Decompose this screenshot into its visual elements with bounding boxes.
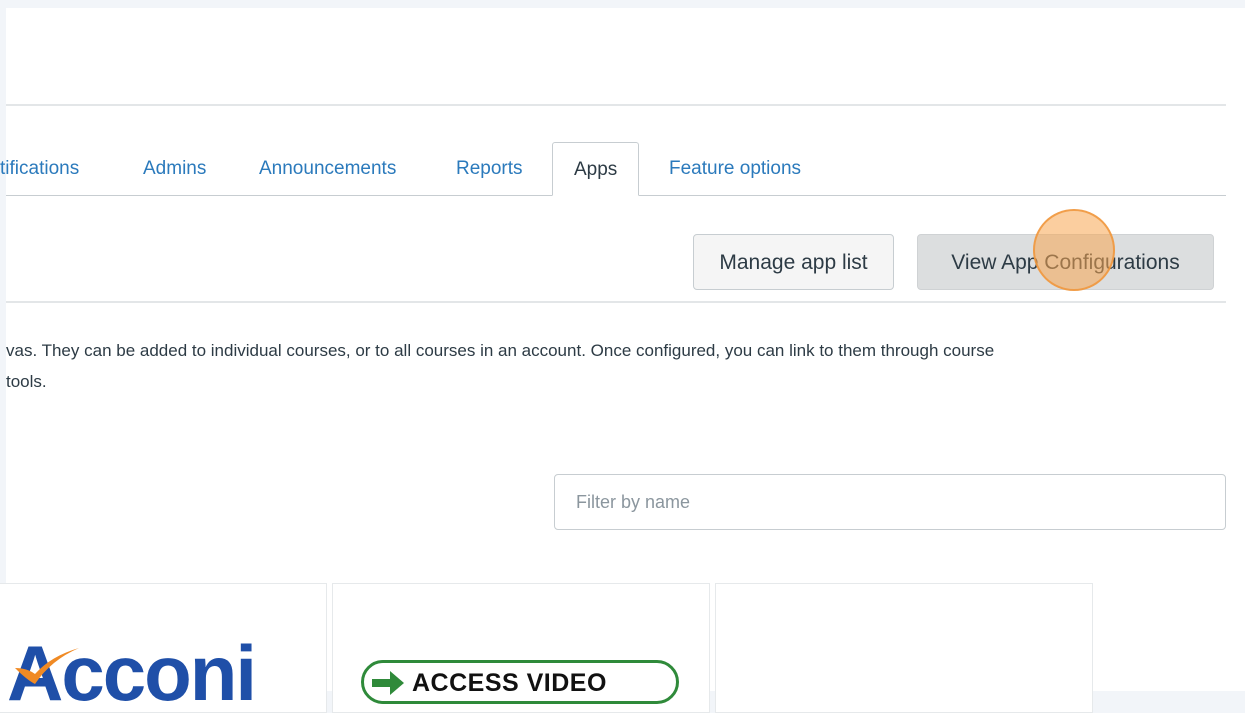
description-line-1: vas. They can be added to individual cou… [6, 341, 995, 360]
tab-announcements[interactable]: Announcements [259, 142, 396, 194]
acconi-logo: Acconi [7, 634, 257, 712]
page: tifications Admins Announcements Reports… [0, 8, 1245, 713]
tab-reports[interactable]: Reports [456, 142, 523, 194]
apps-description: vas. They can be added to individual cou… [6, 335, 1221, 397]
tab-feature-options[interactable]: Feature options [669, 142, 801, 194]
access-video-logo: ACCESS VIDEO [361, 660, 679, 704]
manage-app-list-button[interactable]: Manage app list [693, 234, 894, 290]
tab-notifications[interactable]: tifications [0, 142, 79, 194]
view-app-configurations-button[interactable]: View App Configurations [917, 234, 1214, 290]
app-card-access-video[interactable]: ACCESS VIDEO [332, 583, 710, 713]
tab-apps[interactable]: Apps [552, 142, 640, 196]
tab-admins[interactable]: Admins [143, 142, 206, 194]
app-card-acconi[interactable]: Acconi [0, 583, 327, 713]
header-divider [6, 104, 1226, 106]
app-card-empty[interactable] [715, 583, 1093, 713]
toolbar-divider [6, 301, 1226, 303]
account-tabs: tifications Admins Announcements Reports… [0, 142, 1226, 196]
right-arrow-icon [372, 671, 404, 695]
description-line-2: tools. [6, 372, 47, 391]
check-swoosh-icon [15, 648, 79, 684]
access-video-logo-text: ACCESS VIDEO [412, 669, 607, 697]
filter-by-name-input[interactable] [554, 474, 1226, 530]
